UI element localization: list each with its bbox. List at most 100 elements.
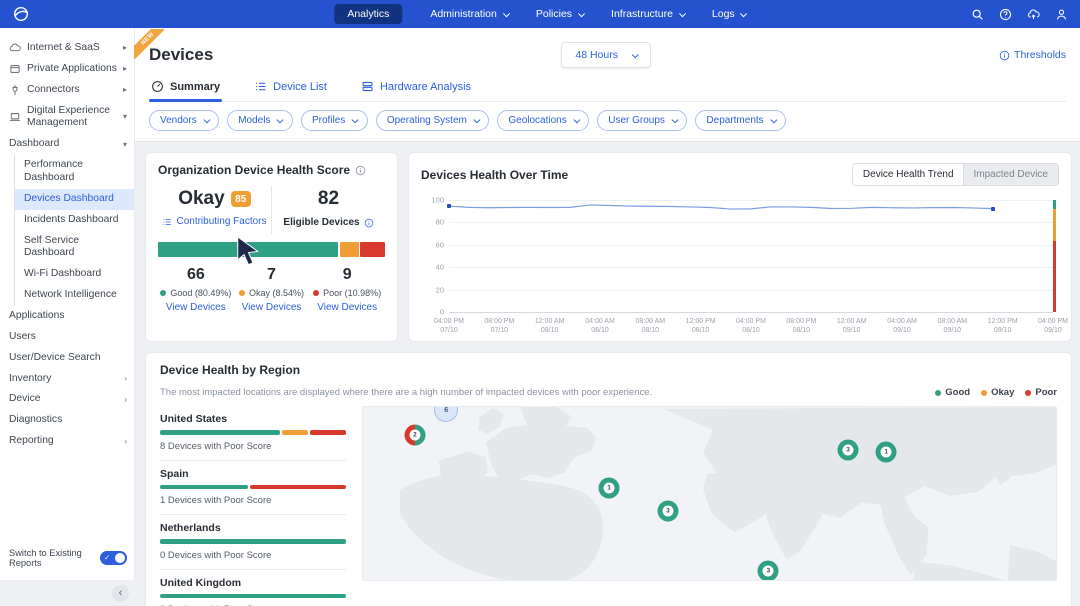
- sidebar-item-user-device-search[interactable]: User/Device Search: [0, 348, 134, 369]
- chevron-down-icon: [503, 10, 510, 17]
- sidebar-item-label: User/Device Search: [9, 352, 101, 365]
- tab-summary[interactable]: Summary: [149, 80, 222, 101]
- nav-item-label: Administration: [430, 8, 497, 20]
- chevron-down-icon: [277, 117, 283, 123]
- sidebar-item-applications[interactable]: Applications: [0, 306, 134, 327]
- view-devices-link[interactable]: View Devices: [234, 302, 310, 313]
- region-card-subtitle: The most impacted locations are displaye…: [160, 387, 652, 398]
- filter-user-groups[interactable]: User Groups: [597, 110, 687, 131]
- sidebar-item-network-intelligence[interactable]: Network Intelligence: [14, 285, 134, 306]
- map-device-marker[interactable]: 3: [657, 500, 678, 521]
- health-score-card: Organization Device Health Score Okay 85: [145, 152, 398, 342]
- sidebar-item-dashboard[interactable]: Dashboard▾: [0, 134, 134, 155]
- map-device-marker[interactable]: 3: [838, 440, 859, 461]
- filter-departments[interactable]: Departments: [695, 110, 786, 131]
- info-icon: [999, 50, 1010, 61]
- health-by-region-card: Device Health by Region The most impacte…: [145, 352, 1072, 606]
- sidebar-item-self-service-dashboard[interactable]: Self Service Dashboard: [14, 231, 134, 265]
- filter-operating-system[interactable]: Operating System: [376, 110, 490, 131]
- nav-item-label: Analytics: [347, 8, 389, 20]
- tab-device-list[interactable]: Device List: [252, 80, 329, 101]
- sidebar-item-device[interactable]: Device›: [0, 389, 134, 410]
- filter-profiles[interactable]: Profiles: [301, 110, 368, 131]
- switch-existing-reports-toggle[interactable]: [100, 551, 127, 565]
- nav-item-infrastructure[interactable]: Infrastructure: [611, 8, 684, 20]
- chevron-down-icon: [679, 10, 686, 17]
- map-device-marker[interactable]: 1: [876, 441, 897, 462]
- y-tick-label: 100: [431, 196, 444, 205]
- country-health-bar: [160, 539, 346, 544]
- window-icon: [9, 63, 21, 75]
- chevron-down-icon: [740, 10, 747, 17]
- score-status-label: Okay: [178, 188, 224, 210]
- sidebar-item-digital-experience-management[interactable]: Digital Experience Management▾: [0, 101, 134, 135]
- stat-legend: Poor (10.98%): [309, 288, 385, 298]
- sidebar-item-diagnostics[interactable]: Diagnostics: [0, 410, 134, 431]
- score-badge: 85: [231, 191, 251, 207]
- filter-label: Vendors: [160, 115, 197, 126]
- x-tick-label: 04:00 PM09/10: [1038, 317, 1068, 336]
- sidebar-item-connectors[interactable]: Connectors▸: [0, 80, 134, 101]
- sidebar-item-private-applications[interactable]: Private Applications▸: [0, 59, 134, 80]
- health-distribution-bar: [158, 242, 385, 257]
- thresholds-link[interactable]: Thresholds: [999, 49, 1066, 61]
- info-icon[interactable]: [364, 218, 374, 228]
- sidebar-item-label: Applications: [9, 310, 65, 323]
- cloud-upload-icon[interactable]: [1027, 8, 1040, 21]
- contributing-factors-link[interactable]: Contributing Factors: [158, 216, 271, 227]
- health-over-time-card: Devices Health Over Time Device Health T…: [408, 152, 1072, 342]
- toggle-impacted-device[interactable]: Impacted Device: [964, 164, 1058, 185]
- filter-geolocations[interactable]: Geolocations: [497, 110, 589, 131]
- view-devices-link[interactable]: View Devices: [158, 302, 234, 313]
- sidebar-item-label: Inventory: [9, 373, 51, 386]
- nav-item-administration[interactable]: Administration: [430, 8, 508, 20]
- sidebar-item-performance-dashboard[interactable]: Performance Dashboard: [14, 155, 134, 189]
- health-trend-line: [449, 200, 1053, 312]
- time-range-dropdown[interactable]: 48 Hours: [561, 42, 651, 68]
- tab-label: Device List: [273, 81, 327, 93]
- country-list: United States8 Devices with Poor ScoreSp…: [160, 406, 346, 606]
- sidebar-item-inventory[interactable]: Inventory›: [0, 369, 134, 390]
- sidebar-item-internet-saas[interactable]: Internet & SaaS▸: [0, 38, 134, 59]
- country-united-states: United States8 Devices with Poor Score: [160, 406, 346, 461]
- map-device-marker[interactable]: 1: [599, 478, 620, 499]
- search-icon[interactable]: [971, 8, 984, 21]
- tab-hardware-analysis[interactable]: Hardware Analysis: [359, 80, 473, 101]
- filter-vendors[interactable]: Vendors: [149, 110, 219, 131]
- list-icon: [254, 80, 267, 93]
- chevron-down-icon: [474, 117, 480, 123]
- sidebar-item-label: Performance Dashboard: [24, 159, 127, 185]
- marker-count: 2: [409, 429, 420, 440]
- sidebar-item-wi-fi-dashboard[interactable]: Wi-Fi Dashboard: [14, 264, 134, 285]
- line-endpoint-dot: [447, 204, 451, 208]
- sidebar-collapse-button[interactable]: ‹: [112, 585, 129, 602]
- bar-segment-poor: [360, 242, 385, 257]
- info-icon[interactable]: [355, 165, 366, 176]
- chevron-down-icon: [578, 10, 585, 17]
- sidebar-item-label: Private Applications: [27, 63, 117, 76]
- chevron-down-icon: [203, 117, 209, 123]
- sidebar-item-users[interactable]: Users: [0, 327, 134, 348]
- zscaler-logo: [12, 5, 30, 23]
- country-caption: 0 Devices with Poor Score: [160, 550, 346, 561]
- sidebar-item-reporting[interactable]: Reporting›: [0, 431, 134, 452]
- toggle-device-health-trend[interactable]: Device Health Trend: [853, 164, 964, 185]
- dem-dashboard-app: Analytics Administration Policies Infrastru…: [0, 0, 1080, 606]
- view-devices-link[interactable]: View Devices: [309, 302, 385, 313]
- account-icon[interactable]: [1055, 8, 1068, 21]
- chevron-right-icon: ›: [120, 395, 127, 405]
- sidebar-item-devices-dashboard[interactable]: Devices Dashboard: [14, 189, 134, 210]
- map-device-marker[interactable]: 2: [404, 424, 425, 445]
- health-over-time-title: Devices Health Over Time: [421, 168, 568, 182]
- country-health-bar: [160, 594, 346, 599]
- sidebar-item-label: Reporting: [9, 435, 54, 448]
- nav-item-label: Infrastructure: [611, 8, 673, 20]
- nav-item-logs[interactable]: Logs: [712, 8, 746, 20]
- sidebar-item-incidents-dashboard[interactable]: Incidents Dashboard: [14, 210, 134, 231]
- chevron-down-icon: ▾: [119, 112, 127, 122]
- nav-item-analytics[interactable]: Analytics: [334, 4, 402, 24]
- map-device-marker[interactable]: 3: [758, 561, 779, 581]
- filter-models[interactable]: Models: [227, 110, 293, 131]
- help-icon[interactable]: [999, 8, 1012, 21]
- nav-item-policies[interactable]: Policies: [536, 8, 583, 20]
